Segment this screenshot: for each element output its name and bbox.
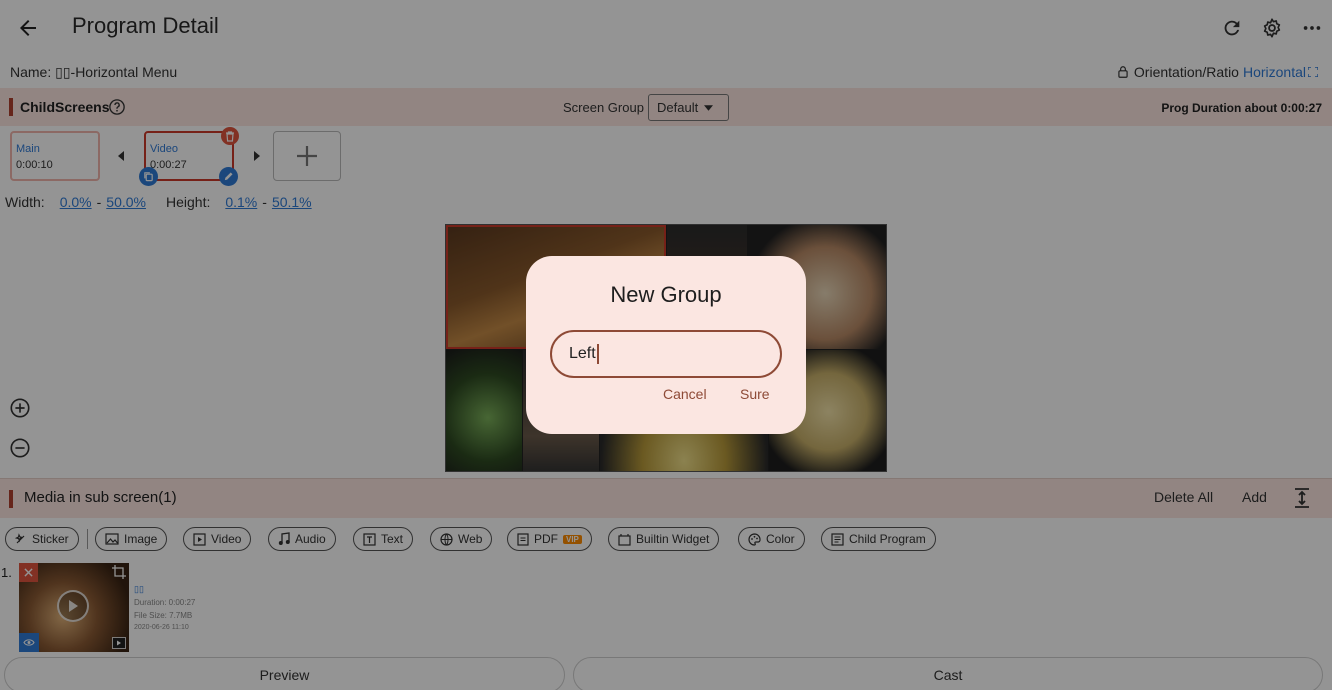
dialog-title: New Group — [610, 282, 722, 307]
group-name-value[interactable]: Left — [569, 345, 596, 363]
group-name-input[interactable]: Left — [550, 330, 782, 378]
cancel-button[interactable]: Cancel — [663, 386, 707, 402]
new-group-dialog: New Group Left Cancel Sure — [526, 256, 806, 434]
text-cursor — [596, 344, 599, 364]
sure-button[interactable]: Sure — [740, 386, 770, 402]
